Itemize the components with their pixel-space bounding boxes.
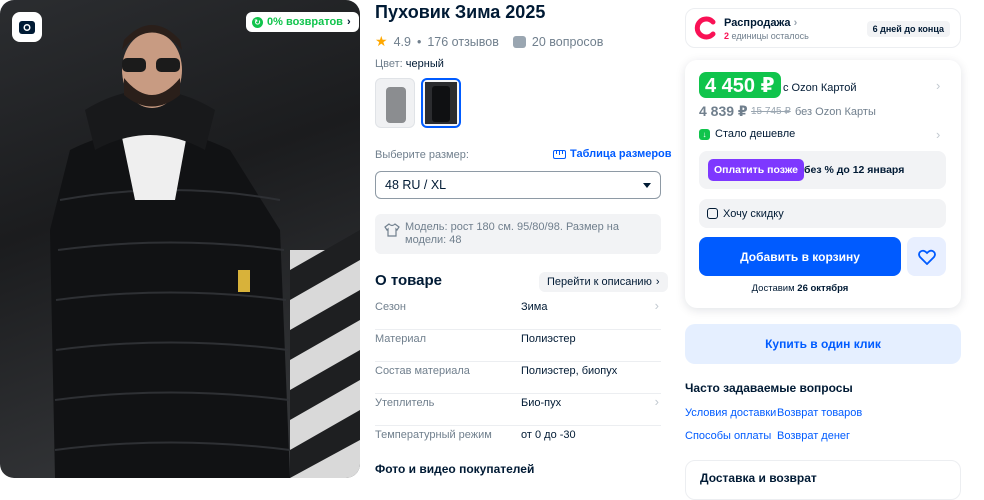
- delivery-date: 26 октября: [797, 283, 849, 294]
- faq-title: Часто задаваемые вопросы: [685, 381, 853, 395]
- chevron-right-icon[interactable]: ›: [936, 78, 940, 93]
- chevron-right-icon: ›: [655, 276, 660, 288]
- buy-one-click-button[interactable]: Купить в один клик: [685, 324, 961, 364]
- spec-key: Материал: [375, 333, 426, 345]
- want-discount-label: Хочу скидку: [723, 207, 784, 220]
- want-discount-button[interactable]: Хочу скидку: [699, 199, 946, 228]
- customer-photos-title: Фото и видео покупателей: [375, 462, 535, 476]
- camera-search-icon: [19, 21, 35, 34]
- chevron-right-icon: ›: [346, 16, 351, 28]
- product-title: Пуховик Зима 2025: [375, 2, 546, 22]
- swatch-thumbnail: [386, 87, 406, 123]
- faq-link-payment[interactable]: Способы оплаты: [685, 430, 771, 442]
- size-select-value: 48 RU / XL: [385, 178, 447, 192]
- goto-description-button[interactable]: Перейти к описанию ›: [539, 272, 668, 292]
- size-table-link[interactable]: Таблица размеров: [553, 148, 672, 160]
- sale-title-text: Распродажа: [724, 17, 791, 29]
- size-select[interactable]: 48 RU / XL: [375, 171, 661, 199]
- questions-icon: [512, 35, 526, 48]
- questions-link[interactable]: 20 вопросов: [532, 35, 603, 49]
- spec-key: Температурный режим: [375, 429, 492, 441]
- faq-link-refund[interactable]: Возврат денег: [777, 430, 850, 442]
- delivery-prefix: Доставим: [751, 283, 795, 294]
- product-photo[interactable]: [0, 0, 360, 478]
- ozon-card-label: с Ozon Картой: [783, 82, 857, 94]
- bullet-separator: •: [416, 34, 422, 49]
- reviews-link[interactable]: 176 отзывов: [427, 35, 499, 49]
- spec-value: Полиэстер, биопух: [521, 365, 618, 377]
- old-price: 15 745 ₽: [751, 106, 791, 117]
- sale-logo-icon: [694, 16, 716, 40]
- pay-later-text: без % до 12 января: [804, 164, 905, 176]
- about-title: О товаре: [375, 272, 443, 289]
- size-label: Выберите размер:: [375, 149, 469, 161]
- faq-link-returns[interactable]: Возврат товаров: [777, 407, 862, 419]
- star-icon: ★: [375, 33, 388, 49]
- ruler-icon: [553, 149, 566, 159]
- spec-key: Утеплитель: [375, 397, 435, 409]
- delivery-note: Доставим 26 октября: [699, 283, 901, 294]
- tshirt-icon: [384, 223, 400, 237]
- arrow-down-icon: ↓: [699, 128, 710, 140]
- sale-card[interactable]: Распродажа › 2 единицы осталось 6 дней д…: [685, 8, 961, 48]
- returns-badge[interactable]: ↻ 0% возвратов ›: [246, 12, 359, 32]
- faq-link-delivery[interactable]: Условия доставки: [685, 407, 776, 419]
- caret-down-icon: [643, 182, 651, 188]
- swatch-thumbnail: [425, 82, 457, 124]
- spec-row-composition: Состав материала Полиэстер, биопух: [375, 362, 661, 394]
- no-card-label: без Ozon Карты: [795, 106, 876, 118]
- photo-illustration: [50, 25, 360, 478]
- heart-icon: [917, 249, 936, 265]
- chevron-right-icon: ›: [654, 394, 659, 409]
- spec-row-season[interactable]: Сезон Зима ›: [375, 298, 661, 330]
- spec-value: Полиэстер: [521, 333, 576, 345]
- color-swatch-gray[interactable]: [375, 78, 415, 128]
- returns-badge-label: 0% возвратов: [267, 16, 343, 28]
- spec-key: Сезон: [375, 301, 406, 313]
- spec-value: Зима: [521, 301, 548, 313]
- photo-search-button[interactable]: [12, 12, 42, 42]
- days-left-badge: 6 дней до конца: [866, 21, 950, 37]
- chat-icon: [707, 208, 718, 219]
- color-label-prefix: Цвет:: [375, 58, 403, 70]
- spec-value: Био-пух: [521, 397, 562, 409]
- pay-later-button[interactable]: Оплатить позже: [708, 159, 804, 181]
- color-label: Цвет: черный: [375, 58, 444, 70]
- units-text: единицы осталось: [731, 31, 809, 41]
- model-note-text: Модель: рост 180 см. 95/80/98. Размер на…: [405, 221, 619, 246]
- add-to-cart-button[interactable]: Добавить в корзину: [699, 237, 901, 276]
- color-value: черный: [405, 58, 444, 70]
- chevron-right-icon: ›: [793, 17, 798, 29]
- spec-row-material: Материал Полиэстер: [375, 330, 661, 362]
- regular-price: 4 839 ₽: [699, 103, 748, 119]
- price-drop-row[interactable]: ↓ Стало дешевле: [699, 128, 795, 140]
- refresh-icon: ↻: [252, 16, 263, 28]
- ozon-card-price[interactable]: 4 450 ₽: [699, 72, 781, 98]
- goto-description-label: Перейти к описанию: [547, 276, 652, 288]
- delivery-returns-title: Доставка и возврат: [700, 471, 817, 485]
- spec-key: Состав материала: [375, 365, 470, 377]
- units-count: 2: [724, 31, 730, 41]
- chevron-right-icon[interactable]: ›: [936, 127, 940, 142]
- spec-value: от 0 до -30: [521, 429, 576, 441]
- spec-row-insulation[interactable]: Утеплитель Био-пух ›: [375, 394, 661, 426]
- spec-row-temperature: Температурный режим от 0 до -30: [375, 426, 661, 458]
- sale-title: Распродажа ›: [724, 17, 797, 29]
- color-swatch-black[interactable]: [421, 78, 461, 128]
- model-note: Модель: рост 180 см. 95/80/98. Размер на…: [375, 214, 661, 254]
- price-drop-label: Стало дешевле: [715, 128, 796, 140]
- sale-subtitle: 2 единицы осталось: [724, 31, 809, 41]
- rating-value: 4.9: [393, 34, 411, 49]
- rating-row[interactable]: ★ 4.9 • 176 отзывов 20 вопросов: [375, 33, 603, 50]
- delivery-returns-card[interactable]: Доставка и возврат: [685, 460, 961, 500]
- chevron-right-icon: ›: [654, 298, 659, 313]
- size-table-label: Таблица размеров: [570, 148, 672, 160]
- favorite-button[interactable]: [907, 237, 946, 276]
